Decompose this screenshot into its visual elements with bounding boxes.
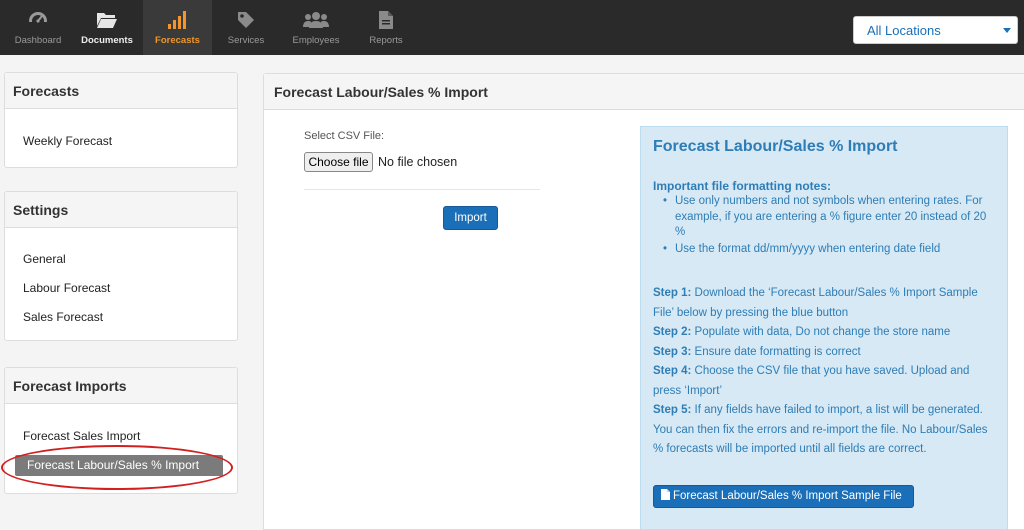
form-divider <box>304 189 540 190</box>
note-text: Use only numbers and not symbols when en… <box>675 195 987 238</box>
location-select-value: All Locations <box>867 23 941 38</box>
download-sample-file-button[interactable]: Forecast Labour/Sales % Import Sample Fi… <box>653 485 914 508</box>
caret-down-icon <box>1003 28 1011 33</box>
file-status-text: No file chosen <box>378 155 458 169</box>
import-button[interactable]: Import <box>443 206 498 230</box>
sidebar-panel-forecast-imports-title: Forecast Imports <box>5 368 237 404</box>
step-1: Step 1: Download the ‘Forecast Labour/Sa… <box>653 284 993 323</box>
sidebar-item-general[interactable]: General <box>23 252 66 266</box>
sidebar-item-labour-forecast[interactable]: Labour Forecast <box>23 281 110 295</box>
notes-heading: Important file formatting notes: <box>653 179 831 193</box>
nav-services[interactable]: Services <box>218 0 274 55</box>
nav-reports[interactable]: Reports <box>360 0 412 55</box>
choose-file-button[interactable]: Choose file <box>304 152 373 172</box>
nav-reports-label: Reports <box>369 35 403 46</box>
users-icon <box>303 9 329 31</box>
step-label: Step 2: <box>653 326 692 338</box>
step-label: Step 1: <box>653 287 692 299</box>
sidebar-item-weekly-forecast[interactable]: Weekly Forecast <box>23 134 112 148</box>
tag-icon <box>236 9 256 31</box>
csv-file-label: Select CSV File: <box>304 130 385 142</box>
notes-list: • Use only numbers and not symbols when e… <box>662 194 992 257</box>
step-label: Step 3: <box>653 345 692 358</box>
page-title: Forecast Labour/Sales % Import <box>264 74 1024 110</box>
step-3: Step 3: Ensure date formatting is correc… <box>653 343 993 363</box>
nav-dashboard-label: Dashboard <box>14 35 62 46</box>
document-icon <box>661 487 670 508</box>
dashboard-gauge-icon <box>27 9 49 31</box>
nav-employees[interactable]: Employees <box>286 0 346 55</box>
step-text: Populate with data, Do not change the st… <box>694 326 951 338</box>
top-navigation-bar: Dashboard Documents Forecasts Services E… <box>0 0 1024 55</box>
nav-documents[interactable]: Documents <box>74 0 140 55</box>
nav-documents-label: Documents <box>81 35 133 46</box>
folder-open-icon <box>96 9 118 31</box>
step-label: Step 5: <box>653 404 692 416</box>
list-item: • Use the format dd/mm/yyyy when entering… <box>663 242 941 255</box>
sidebar-panel-forecasts: Forecasts <box>4 72 238 168</box>
step-4: Step 4: Choose the CSV file that you hav… <box>653 362 993 401</box>
sidebar-panel-settings-title: Settings <box>5 192 237 228</box>
nav-employees-label: Employees <box>292 35 340 46</box>
file-icon <box>378 9 394 31</box>
step-5: Step 5: If any fields have failed to imp… <box>653 401 993 460</box>
sidebar-item-forecast-sales-import[interactable]: Forecast Sales Import <box>23 429 140 443</box>
bar-chart-icon <box>167 9 189 31</box>
step-label: Step 4: <box>653 365 692 377</box>
note-text: Use the format dd/mm/yyyy when entering … <box>675 242 941 255</box>
download-sample-file-label: Forecast Labour/Sales % Import Sample Fi… <box>673 490 902 502</box>
info-title: Forecast Labour/Sales % Import <box>653 138 898 155</box>
step-text: If any fields have failed to import, a l… <box>653 404 988 455</box>
sidebar-item-sales-forecast[interactable]: Sales Forecast <box>23 310 103 324</box>
sidebar-item-forecast-labour-sales-import[interactable]: Forecast Labour/Sales % Import <box>15 455 223 476</box>
nav-forecasts[interactable]: Forecasts <box>143 0 212 55</box>
sidebar-panel-forecasts-title: Forecasts <box>5 73 237 109</box>
nav-forecasts-label: Forecasts <box>155 35 200 46</box>
step-2: Step 2: Populate with data, Do not chang… <box>653 323 993 343</box>
nav-dashboard[interactable]: Dashboard <box>6 0 70 55</box>
list-item: • Use only numbers and not symbols when e… <box>663 195 987 238</box>
step-text: Ensure date formatting is correct <box>694 345 861 358</box>
location-select[interactable]: All Locations <box>853 16 1018 44</box>
steps-list: Step 1: Download the ‘Forecast Labour/Sa… <box>653 284 993 460</box>
nav-services-label: Services <box>227 35 265 46</box>
step-text: Choose the CSV file that you have saved.… <box>653 365 970 397</box>
step-text: Download the ‘Forecast Labour/Sales % Im… <box>653 287 978 319</box>
